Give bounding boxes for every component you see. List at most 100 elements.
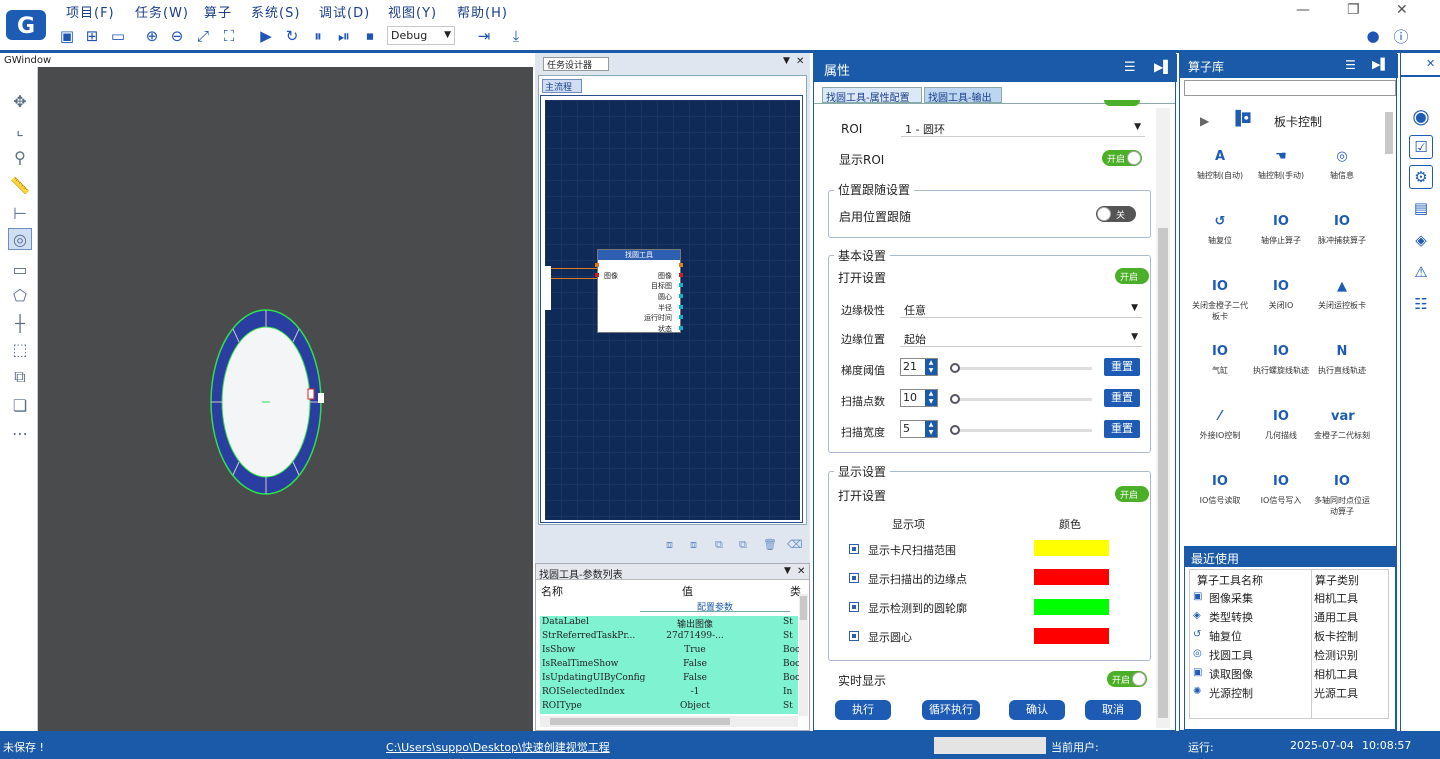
tab-property-config[interactable]: 找圆工具-属性配置 [822,87,922,104]
loop-execute-button[interactable]: 循环执行 [922,700,980,720]
new-icon[interactable]: ⊞ [82,26,102,46]
slider-knob[interactable] [950,394,960,404]
table-row[interactable]: DataLabel 输出图像 St [540,616,798,630]
project-path-link[interactable]: C:\Users\suppo\Desktop\快速创建视觉工程 [386,739,610,755]
list-item[interactable]: ✺ 光源控制 光源工具 [1191,683,1387,702]
save-icon[interactable]: ▣ [57,26,77,46]
slider-knob[interactable] [950,425,960,435]
color-swatch[interactable] [1034,540,1109,556]
list-item[interactable]: ◈ 类型转换 通用工具 [1191,607,1387,626]
warning-icon[interactable]: ⚠ [1409,261,1433,285]
zoom-out-icon[interactable]: ⊖ [167,26,187,46]
menu-operator[interactable]: 算子 [204,2,232,21]
confirm-button[interactable]: 确认 [1009,700,1065,720]
move-icon[interactable]: ✥ [8,90,32,112]
operator-item[interactable]: ☚ 轴控制(手动) [1251,148,1311,208]
operator-item[interactable]: ⁄ 外接IO控制 [1190,408,1250,468]
grad-threshold-slider[interactable] [950,367,1092,370]
table-row[interactable]: IsRealTimeShow False Boo [540,658,800,672]
operator-item[interactable]: IO 脉冲捕获算子 [1312,213,1372,273]
menu-icon[interactable]: ☰ [1124,60,1136,75]
prev-node[interactable] [545,266,551,310]
restore-icon[interactable]: ❐ [1347,2,1360,18]
menu-project[interactable]: 项目(F) [66,2,115,21]
download-icon[interactable]: ⤓ [506,26,526,46]
operator-item[interactable]: IO 关闭金橙子二代板卡 [1190,278,1250,338]
library-scrollbar[interactable] [1385,112,1393,154]
color-swatch[interactable] [1034,569,1109,585]
roi-select[interactable]: 1 - 圆环 ▼ [901,119,1145,137]
operator-item[interactable]: var 金橙子二代标刻 [1312,408,1372,468]
clear-icon[interactable]: ⌫ [787,538,803,551]
operator-item[interactable]: IO 轴停止算子 [1251,213,1311,273]
edge-position-select[interactable]: 起始 ▼ [900,329,1142,347]
checkbox[interactable] [849,544,859,554]
scan-points-slider[interactable] [950,398,1092,401]
reset-button[interactable]: 重置 [1104,420,1140,438]
close-panel-icon[interactable]: ✕ [797,566,805,577]
basic-open-toggle[interactable]: 开启 [1115,268,1149,284]
copy-node-icon[interactable]: ⧉ [715,538,723,552]
close-panel-icon[interactable]: ✕ [1426,57,1435,70]
operator-icon[interactable]: ◉ [1409,105,1433,129]
operator-item[interactable]: ◎ 轴信息 [1312,148,1372,208]
operator-item[interactable]: IO 几何描线 [1251,408,1311,468]
cancel-button[interactable]: 取消 [1085,700,1141,720]
image-view[interactable] [38,67,533,731]
menu-system[interactable]: 系统(S) [251,2,300,21]
operator-item[interactable]: IO IO信号写入 [1251,473,1311,533]
operator-item[interactable]: IO 关闭IO [1251,278,1311,338]
flow-canvas[interactable]: 找圆工具 图像 图像 目标图 圆心 半径 运行时间 状态 [545,100,800,520]
operator-item[interactable]: A 轴控制(自动) [1190,148,1250,208]
execute-button[interactable]: 执行 [835,700,891,720]
show-roi-toggle[interactable]: 开启 [1102,150,1142,166]
layers-icon[interactable]: ◈ [1409,229,1433,253]
info-icon[interactable]: ⓘ [1391,26,1411,46]
operator-item[interactable]: IO 执行螺旋线轨迹 [1251,343,1311,403]
list-icon[interactable]: ▤ [1409,197,1433,221]
open-folder-icon[interactable]: ▭ [108,26,128,46]
pin-icon[interactable]: ▼ [784,566,791,576]
operator-item[interactable]: ▲ 关闭运控板卡 [1312,278,1372,338]
pause-icon[interactable]: ⏸ [308,26,328,46]
realtime-toggle[interactable]: 开启 [1107,671,1147,687]
magnify-icon[interactable]: ⚲ [8,146,32,168]
caliper-icon[interactable]: ⊢ [8,202,32,224]
close-panel-icon[interactable]: ✕ [796,56,804,67]
table-row[interactable]: ROIType Object St [540,700,798,714]
scan-points-input[interactable]: 10 ▲ ▼ [900,389,938,407]
polygon-roi-icon[interactable]: ⬠ [8,284,32,306]
checklist-icon[interactable]: ☑ [1409,135,1433,159]
flow-icon[interactable]: ☷ [1409,293,1433,317]
table-row[interactable]: StrReferredTaskPr... 27d71499-... St [540,630,798,644]
task-designer-tab[interactable]: 任务设计器 [543,57,609,71]
checkbox[interactable] [849,631,859,641]
operator-item[interactable]: IO IO信号读取 [1190,473,1250,533]
run-icon[interactable]: ▶ [256,26,276,46]
user-icon[interactable]: ● [1363,26,1383,46]
list-item[interactable]: ▣ 图像采集 相机工具 [1191,588,1387,607]
operator-item[interactable]: IO 多轴同时点位运动算子 [1312,473,1372,533]
fullscreen-icon[interactable]: ⛶ [219,26,239,46]
checkbox[interactable] [849,573,859,583]
table-row[interactable]: IsShow True Boo [540,644,800,658]
property-scrollbar[interactable] [1156,108,1170,728]
menu-debug[interactable]: 调试(D) [319,2,370,21]
list-item[interactable]: ▣ 读取图像 相机工具 [1191,664,1387,683]
flow-node-find-circle[interactable]: 找圆工具 图像 图像 目标图 圆心 半径 运行时间 状态 [595,249,683,333]
mode-select[interactable]: Debug ▼ [387,26,455,45]
collapse-icon[interactable]: ▶▌ [1372,58,1389,71]
tab-main-flow[interactable]: 主流程 [542,79,582,93]
stop-icon[interactable]: ⏹ [360,26,380,46]
operator-item[interactable]: N 执行直线轨迹 [1312,343,1372,403]
menu-view[interactable]: 视图(Y) [388,2,437,21]
paste-node-icon[interactable]: ⧉ [739,538,747,552]
align-left-icon[interactable]: ⧈ [666,538,673,552]
settings-icon[interactable]: ⚙ [1409,165,1433,189]
enable-follow-toggle[interactable]: 关闭 [1096,206,1136,234]
more-icon[interactable]: ⋯ [8,422,32,444]
rect-roi-icon[interactable]: ▭ [8,258,32,280]
align-right-icon[interactable]: ⧈ [690,538,697,552]
list-item[interactable]: ◎ 找圆工具 检测识别 [1191,645,1387,664]
menu-help[interactable]: 帮助(H) [457,2,508,21]
